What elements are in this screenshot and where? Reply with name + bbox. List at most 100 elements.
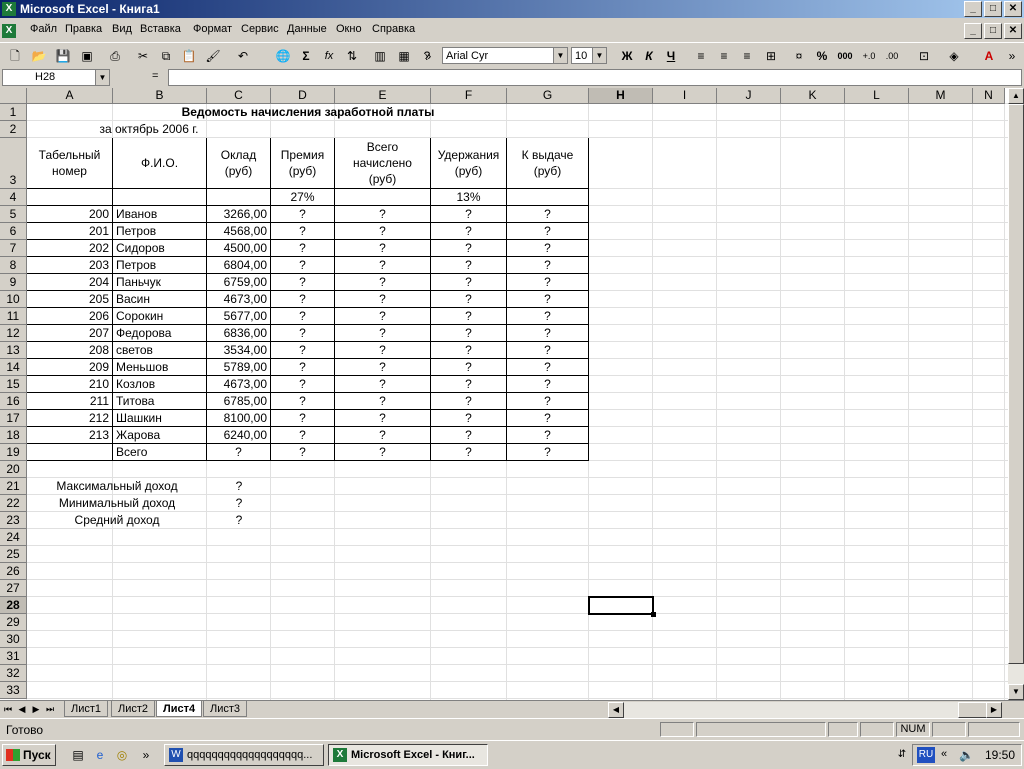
table-cell-deduct[interactable]: ?: [431, 376, 507, 393]
underline-button[interactable]: Ч: [662, 47, 680, 65]
table-cell-bonus[interactable]: ?: [271, 223, 335, 240]
table-cell-name[interactable]: Васин: [113, 291, 207, 308]
tab-sheet1[interactable]: Лист1: [64, 701, 109, 717]
open-icon[interactable]: 📂: [30, 47, 48, 65]
table-cell-salary[interactable]: 6785,00: [207, 393, 271, 410]
new-icon[interactable]: 🗋: [6, 47, 24, 65]
table-cell-salary[interactable]: 5677,00: [207, 308, 271, 325]
ie-icon[interactable]: e: [92, 747, 108, 763]
font-name-dropdown-icon[interactable]: ▼: [553, 48, 567, 63]
table-cell-id[interactable]: 213: [27, 427, 113, 444]
table-cell-bonus[interactable]: ?: [271, 393, 335, 410]
table-cell-bonus[interactable]: ?: [271, 325, 335, 342]
fill-handle[interactable]: [651, 612, 656, 617]
fill-color-icon[interactable]: ◈: [945, 47, 963, 65]
table-cell-payout[interactable]: ?: [507, 240, 589, 257]
stat-value[interactable]: ?: [207, 495, 271, 512]
menu-insert[interactable]: Вставка: [140, 23, 181, 35]
table-cell-deduct[interactable]: ?: [431, 240, 507, 257]
column-header-F[interactable]: F: [431, 88, 507, 104]
table-cell-bonus[interactable]: ?: [271, 359, 335, 376]
hyperlink-icon[interactable]: 🌐: [274, 47, 292, 65]
table-cell-total[interactable]: ?: [335, 359, 431, 376]
totals-bonus[interactable]: ?: [271, 444, 335, 461]
taskbar-item-word[interactable]: W qqqqqqqqqqqqqqqqqqq...: [164, 744, 324, 766]
table-cell-name[interactable]: Титова: [113, 393, 207, 410]
taskbar-item-excel[interactable]: X Microsoft Excel - Книг...: [328, 744, 488, 766]
row-header-8[interactable]: 8: [0, 257, 27, 274]
stat-label[interactable]: Минимальный доход: [27, 495, 207, 512]
menu-format[interactable]: Формат: [193, 23, 232, 35]
table-cell-salary[interactable]: 6240,00: [207, 427, 271, 444]
menu-tools[interactable]: Сервис: [241, 23, 279, 35]
table-cell-bonus[interactable]: ?: [271, 342, 335, 359]
row-header-6[interactable]: 6: [0, 223, 27, 240]
table-cell-total[interactable]: ?: [335, 342, 431, 359]
row-header-13[interactable]: 13: [0, 342, 27, 359]
table-cell-salary[interactable]: 4673,00: [207, 376, 271, 393]
toolbar-more-2[interactable]: »: [1005, 47, 1019, 65]
table-cell-deduct[interactable]: ?: [431, 274, 507, 291]
vertical-scrollbar[interactable]: ▲ ▼: [1008, 88, 1024, 700]
row-header-14[interactable]: 14: [0, 359, 27, 376]
table-cell-id[interactable]: 207: [27, 325, 113, 342]
table-cell-deduct[interactable]: ?: [431, 342, 507, 359]
merge-center-icon[interactable]: ⊞: [762, 47, 780, 65]
sheet-subtitle[interactable]: за октябрь 2006 г.: [27, 121, 271, 138]
decrease-decimal-icon[interactable]: .00: [883, 47, 901, 65]
totals-total[interactable]: ?: [335, 444, 431, 461]
table-cell-bonus[interactable]: ?: [271, 240, 335, 257]
doc-restore-button[interactable]: □: [984, 23, 1002, 39]
table-cell-name[interactable]: Петров: [113, 223, 207, 240]
align-right-icon[interactable]: ≡: [738, 47, 756, 65]
table-cell-id[interactable]: 211: [27, 393, 113, 410]
scroll-right-icon[interactable]: ▶: [986, 702, 1002, 718]
row-header-25[interactable]: 25: [0, 546, 27, 563]
currency-icon[interactable]: ¤: [790, 47, 808, 65]
stat-value[interactable]: ?: [207, 512, 271, 529]
font-size-select[interactable]: 10 ▼: [571, 47, 607, 64]
horizontal-scrollbar[interactable]: ◀ ▶: [608, 702, 1002, 718]
column-header-E[interactable]: E: [335, 88, 431, 104]
table-cell-total[interactable]: ?: [335, 325, 431, 342]
row-header-30[interactable]: 30: [0, 631, 27, 648]
align-center-icon[interactable]: ≡: [715, 47, 733, 65]
table-cell-payout[interactable]: ?: [507, 359, 589, 376]
table-cell[interactable]: [207, 189, 271, 206]
stat-value[interactable]: ?: [207, 478, 271, 495]
spreadsheet-grid[interactable]: A B C D E F G H I J K L M N 1 2 3 4 5 6 7 8 9 10 11 12 13 14 15 16 17 1…: [0, 88, 1008, 700]
column-header-C[interactable]: C: [207, 88, 271, 104]
stat-label[interactable]: Максимальный доход: [27, 478, 207, 495]
table-cell-id[interactable]: 204: [27, 274, 113, 291]
row-header-22[interactable]: 22: [0, 495, 27, 512]
menu-window[interactable]: Окно: [336, 23, 362, 35]
print-icon[interactable]: ⎙: [106, 47, 124, 65]
row-header-19[interactable]: 19: [0, 444, 27, 461]
table-cell-name[interactable]: Сорокин: [113, 308, 207, 325]
table-cell-total[interactable]: ?: [335, 291, 431, 308]
maximize-button[interactable]: □: [984, 1, 1002, 17]
table-cell-id[interactable]: 212: [27, 410, 113, 427]
column-header-D[interactable]: D: [271, 88, 335, 104]
deduction-percent[interactable]: 13%: [431, 189, 507, 206]
first-sheet-icon[interactable]: ⏮: [2, 703, 14, 716]
row-header-12[interactable]: 12: [0, 325, 27, 342]
table-cell-salary[interactable]: 3266,00: [207, 206, 271, 223]
chart-wizard-icon[interactable]: ▥: [371, 47, 389, 65]
table-cell-payout[interactable]: ?: [507, 427, 589, 444]
last-sheet-icon[interactable]: ⏭: [44, 703, 56, 716]
table-cell-deduct[interactable]: ?: [431, 359, 507, 376]
menu-data[interactable]: Данные: [287, 23, 327, 35]
bonus-percent[interactable]: 27%: [271, 189, 335, 206]
active-cell-selection[interactable]: [588, 596, 656, 617]
table-cell-deduct[interactable]: ?: [431, 257, 507, 274]
scroll-down-icon[interactable]: ▼: [1008, 684, 1024, 700]
table-cell-payout[interactable]: ?: [507, 410, 589, 427]
column-header-M[interactable]: M: [909, 88, 973, 104]
table-cell-name[interactable]: Федорова: [113, 325, 207, 342]
table-cell-salary[interactable]: 6759,00: [207, 274, 271, 291]
font-color-icon[interactable]: A: [980, 47, 998, 65]
language-indicator[interactable]: RU: [917, 747, 935, 763]
table-cell-id[interactable]: 203: [27, 257, 113, 274]
tab-sheet4[interactable]: Лист4: [156, 701, 203, 717]
